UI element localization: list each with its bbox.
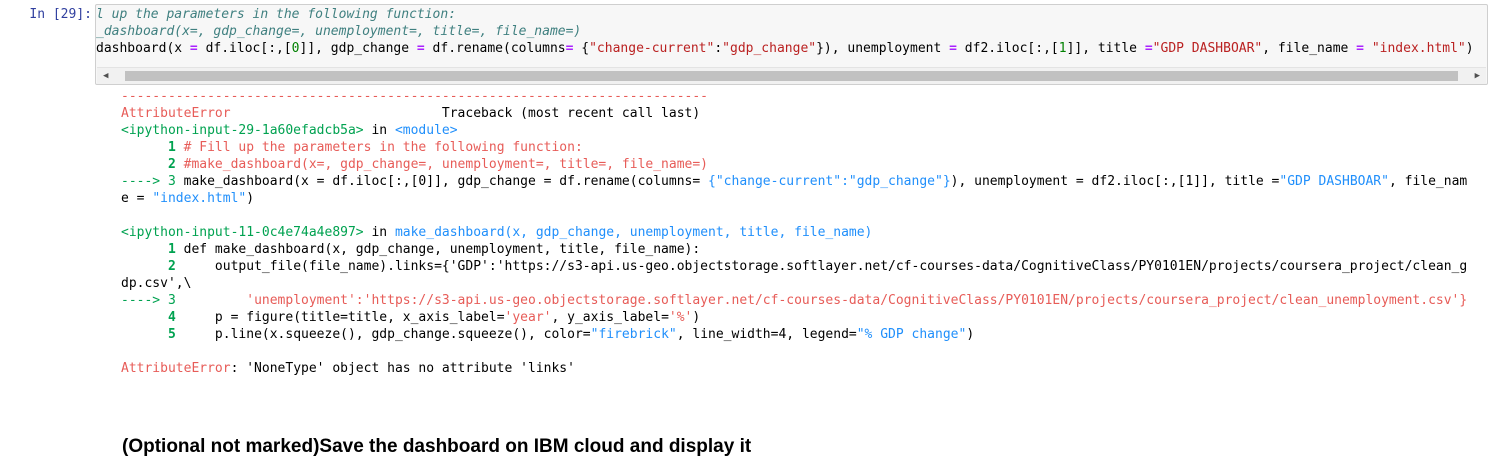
cell-prompt: In [29]: <box>29 7 92 22</box>
code-token: = <box>416 41 425 56</box>
trace-line-current: ----> 3 make_dashboard(x = df.iloc[:,[0]… <box>121 173 1491 190</box>
frame-in: in <box>363 123 395 138</box>
error-name: AttributeError <box>121 106 231 121</box>
line-text: "GDP DASHBOAR" <box>1279 174 1389 189</box>
error-message: : 'NoneType' object has no attribute 'li… <box>230 361 575 376</box>
code-cell[interactable]: l up the parameters in the following fun… <box>95 4 1488 85</box>
line-text: "index.html" <box>152 191 247 206</box>
line-number: 4 <box>121 310 176 325</box>
code-token: ]], title <box>1066 41 1145 56</box>
code-token: df.rename(columns <box>424 41 566 56</box>
trace-line: 5 p.line(x.squeeze(), gdp_change.squeeze… <box>121 326 1491 343</box>
line-text: p.line(x.squeeze(), gdp_change.squeeze()… <box>175 327 591 342</box>
trace-line: 1 def make_dashboard(x, gdp_change, unem… <box>121 241 1491 258</box>
trace-line-wrap: dp.csv',\ <box>121 276 192 291</box>
error-name: AttributeError <box>121 361 231 376</box>
frame-in: in <box>363 225 395 240</box>
code-token: : <box>714 41 723 56</box>
line-text: "% GDP change" <box>856 327 967 342</box>
current-line-arrow: ----> 3 <box>121 174 176 189</box>
code-main-line[interactable]: dashboard(x = df.iloc[:,[0]], gdp_change… <box>96 40 1474 57</box>
line-text: "firebrick" <box>590 327 677 342</box>
code-token: dashboard(x <box>96 41 190 56</box>
frame-file: <ipython-input-29-1a60efadcb5a> <box>121 123 364 138</box>
trace-line: 2 output_file(file_name).links={'GDP':'h… <box>121 258 1491 275</box>
markdown-heading: (Optional not marked)Save the dashboard … <box>122 436 752 457</box>
code-token: = <box>1144 41 1153 56</box>
code-token: ) <box>1465 41 1474 56</box>
line-text: ) <box>692 310 701 325</box>
code-token: "GDP DASHBOAR" <box>1152 41 1263 56</box>
line-text: ) <box>966 327 975 342</box>
line-text: p = figure(title=title, x_axis_label= <box>175 310 505 325</box>
line-text: 'year' <box>504 310 552 325</box>
scroll-left-icon[interactable]: ◀ <box>103 71 108 81</box>
code-token: "index.html" <box>1371 41 1466 56</box>
line-number: 2 <box>121 259 176 274</box>
code-token: ]], gdp_change <box>299 41 417 56</box>
trace-line: 1 # Fill up the parameters in the follow… <box>121 139 1491 156</box>
trace-line: 4 p = figure(title=title, x_axis_label='… <box>121 309 1491 326</box>
line-text: output_file(file_name).links={'GDP':'htt… <box>175 259 1468 274</box>
line-text: , line_width=4, legend= <box>676 327 857 342</box>
frame-func: <module> <box>394 123 458 138</box>
cell-output: ----------------------------------------… <box>121 88 1491 377</box>
code-token: { <box>573 41 590 56</box>
code-token: "change-current" <box>589 41 715 56</box>
current-line-arrow: ----> 3 <box>121 293 176 308</box>
line-text: ) <box>246 191 255 206</box>
code-token: = <box>189 41 198 56</box>
code-token: }), unemployment <box>816 41 950 56</box>
line-text: , y_axis_label= <box>551 310 669 325</box>
code-token: 1 <box>1058 41 1067 56</box>
horizontal-scrollbar[interactable]: ◀ ▶ <box>97 67 1486 84</box>
code-token: , file_name <box>1262 41 1357 56</box>
line-text: e = <box>121 191 153 206</box>
traceback-header: AttributeError Traceback (most recent ca… <box>121 105 1491 122</box>
code-token: df.iloc[:,[ <box>197 41 292 56</box>
code-token: = <box>1356 41 1364 56</box>
line-text: ), unemployment = df2.iloc[:,[1]], title… <box>950 174 1280 189</box>
code-comment-line-2: _dashboard(x=, gdp_change=, unemployment… <box>96 24 582 39</box>
line-number: 1 <box>121 242 176 257</box>
code-token: = <box>949 41 957 56</box>
frame-header-2: <ipython-input-11-0c4e74a4e897> in make_… <box>121 224 1491 241</box>
line-number: 5 <box>121 327 176 342</box>
trace-line-wrap: e = "index.html") <box>121 190 1491 207</box>
final-error-line: AttributeError: 'NoneType' object has no… <box>121 360 1491 377</box>
line-number: 1 <box>121 140 176 155</box>
line-text: #make_dashboard(x=, gdp_change=, unemplo… <box>175 157 709 172</box>
line-text: '%' <box>668 310 693 325</box>
code-token: 0 <box>291 41 300 56</box>
line-number: 2 <box>121 157 176 172</box>
line-text: make_dashboard(x = df.iloc[:,[0]], gdp_c… <box>175 174 709 189</box>
scroll-right-icon[interactable]: ▶ <box>1475 71 1480 81</box>
line-text: {"change-current":"gdp_change"} <box>708 174 951 189</box>
frame-header-1: <ipython-input-29-1a60efadcb5a> in <modu… <box>121 122 1491 139</box>
line-text: def make_dashboard(x, gdp_change, unempl… <box>175 242 701 257</box>
trace-line-current: ----> 3 'unemployment':'https://s3-api.u… <box>121 292 1491 309</box>
code-token: "gdp_change" <box>722 41 817 56</box>
code-token: df2.iloc[:,[ <box>956 41 1059 56</box>
line-text: 'unemployment':'https://s3-api.us-geo.ob… <box>175 293 1468 308</box>
frame-file: <ipython-input-11-0c4e74a4e897> <box>121 225 364 240</box>
line-text: # Fill up the parameters in the followin… <box>175 140 583 155</box>
trace-line: 2 #make_dashboard(x=, gdp_change=, unemp… <box>121 156 1491 173</box>
line-text: , file_nam <box>1388 174 1468 189</box>
traceback-separator: ----------------------------------------… <box>121 89 708 104</box>
code-comment-line-1: l up the parameters in the following fun… <box>96 7 457 22</box>
frame-func: make_dashboard(x, gdp_change, unemployme… <box>394 225 873 240</box>
traceback-label: Traceback (most recent call last) <box>230 106 701 121</box>
scrollbar-thumb[interactable] <box>125 71 1458 81</box>
